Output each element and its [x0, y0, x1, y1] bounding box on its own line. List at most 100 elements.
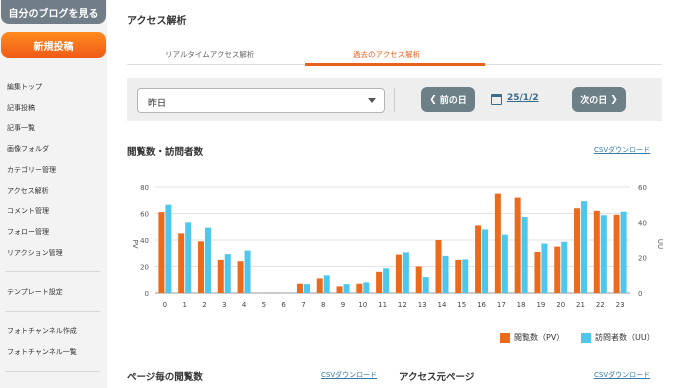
pv-bar — [376, 271, 383, 293]
x-tick-label: 11 — [378, 301, 387, 309]
pv-bar — [593, 210, 600, 293]
page-title: アクセス解析 — [127, 16, 187, 27]
next-day-label: 次の日 — [580, 96, 608, 106]
uu-bar — [343, 284, 350, 293]
x-tick-label: 4 — [242, 301, 247, 309]
sidebar-item[interactable]: 記事一覧 — [7, 123, 35, 133]
sidebar-item[interactable]: カテゴリー管理 — [7, 165, 56, 175]
pv-bar — [415, 266, 422, 293]
y-right-tick-label: 0 — [638, 290, 642, 298]
pv-bar — [356, 283, 363, 293]
period-select[interactable]: 昨日 — [137, 88, 385, 113]
sidebar-item[interactable]: 編集トップ — [7, 82, 42, 92]
sidebar-item[interactable]: 画像フォルダ — [7, 144, 49, 154]
uu-bar — [323, 275, 330, 293]
x-tick-label: 13 — [418, 301, 427, 309]
tab-past[interactable]: 過去のアクセス解析 — [353, 49, 420, 60]
uu-bar — [165, 204, 172, 293]
sidebar-item[interactable]: コメント管理 — [7, 206, 49, 216]
sidebar-item[interactable]: フォロー管理 — [7, 227, 49, 237]
pv-bar — [455, 259, 462, 293]
x-tick-label: 10 — [358, 301, 367, 309]
x-tick-label: 0 — [163, 301, 167, 309]
pv-bar — [534, 251, 541, 293]
uu-bar — [600, 215, 607, 293]
y-left-tick-label: 80 — [140, 184, 149, 192]
uu-bar — [581, 201, 588, 293]
x-tick-label: 23 — [616, 301, 625, 309]
x-tick-label: 21 — [576, 301, 585, 309]
pv-bar — [475, 225, 482, 293]
referrer-section-title: アクセス元ページ — [399, 372, 475, 383]
x-tick-label: 17 — [497, 301, 506, 309]
next-day-button[interactable]: 次の日 ❯ — [572, 87, 626, 112]
view-my-blog-button[interactable]: 自分のブログを見る — [1, 0, 106, 24]
page-views-csv-download-link[interactable]: CSVダウンロード — [321, 370, 377, 380]
pv-bar — [178, 233, 185, 293]
uu-bar — [185, 222, 192, 293]
uu-bar — [303, 284, 310, 293]
legend-swatch-uu — [581, 332, 591, 343]
pv-uu-section-title: 閲覧数・訪問者数 — [127, 147, 204, 158]
pv-bar — [554, 246, 561, 293]
chevron-left-icon: ❮ — [429, 94, 437, 105]
chevron-right-icon: ❯ — [610, 94, 618, 105]
prev-day-button[interactable]: ❮ 前の日 — [421, 87, 475, 112]
y-right-tick-label: 60 — [638, 184, 647, 192]
sidebar-item[interactable]: 記事投稿 — [7, 103, 35, 113]
x-tick-label: 6 — [281, 301, 286, 309]
sidebar-divider — [5, 371, 100, 372]
calendar-icon[interactable] — [491, 94, 502, 105]
x-tick-label: 5 — [262, 301, 266, 309]
page-views-section-title: ページ毎の閲覧数 — [127, 372, 203, 383]
x-tick-label: 16 — [477, 301, 486, 309]
legend-item-uu: 訪問者数（UU） — [581, 332, 655, 343]
y-right-tick-label: 20 — [638, 255, 647, 263]
uu-bar — [402, 252, 409, 293]
sidebar-item[interactable]: テンプレート設定 — [7, 287, 63, 297]
x-tick-label: 14 — [438, 301, 447, 309]
new-post-button[interactable]: 新規投稿 — [1, 32, 106, 58]
referrer-csv-download-link[interactable]: CSVダウンロード — [594, 370, 650, 380]
x-tick-label: 20 — [556, 301, 565, 309]
pv-bar — [574, 208, 581, 293]
sidebar-item[interactable]: リアクション管理 — [7, 248, 63, 258]
uu-bar — [501, 234, 508, 293]
uu-bar — [561, 241, 568, 293]
x-tick-label: 9 — [341, 301, 345, 309]
uu-bar — [442, 255, 449, 293]
date-filter-bar: 昨日 ❮ 前の日 25/1/2 次の日 ❯ — [127, 78, 662, 121]
pv-bar — [197, 241, 204, 293]
sidebar-item[interactable]: フォトチャンネル一覧 — [7, 347, 77, 357]
tab-realtime[interactable]: リアルタイムアクセス解析 — [165, 49, 254, 60]
x-tick-label: 15 — [457, 301, 466, 309]
pv-bar — [613, 214, 620, 293]
pv-bar — [435, 240, 442, 293]
period-select-value: 昨日 — [148, 99, 167, 109]
sidebar-divider — [5, 271, 100, 272]
y-left-tick-label: 20 — [140, 264, 149, 272]
x-tick-label: 19 — [536, 301, 545, 309]
uu-bar — [363, 282, 370, 293]
legend-label-pv: 閲覧数（PV） — [514, 333, 565, 342]
x-tick-label: 22 — [596, 301, 605, 309]
x-tick-label: 3 — [222, 301, 226, 309]
date-picker-link[interactable]: 25/1/2 — [507, 93, 539, 103]
pv-bar — [395, 254, 402, 293]
pv-bar — [237, 261, 244, 293]
pv-bar — [296, 283, 303, 293]
pv-bar — [514, 197, 521, 293]
x-tick-label: 7 — [301, 301, 305, 309]
uu-bar — [422, 277, 429, 293]
x-tick-label: 1 — [182, 301, 186, 309]
sidebar: 自分のブログを見る 新規投稿 編集トップ記事投稿記事一覧画像フォルダ カテゴリー管… — [0, 0, 107, 388]
y-left-tick-label: 0 — [145, 290, 149, 298]
pv-uu-csv-download-link[interactable]: CSVダウンロード — [594, 145, 650, 155]
sidebar-item[interactable]: フォトチャンネル作成 — [7, 326, 77, 336]
y-left-axis-label: PV — [131, 239, 139, 248]
uu-bar — [541, 243, 548, 293]
legend-item-pv: 閲覧数（PV） — [500, 332, 564, 343]
uu-bar — [224, 254, 231, 293]
sidebar-item[interactable]: アクセス解析 — [7, 186, 49, 196]
legend-swatch-pv — [500, 332, 510, 343]
